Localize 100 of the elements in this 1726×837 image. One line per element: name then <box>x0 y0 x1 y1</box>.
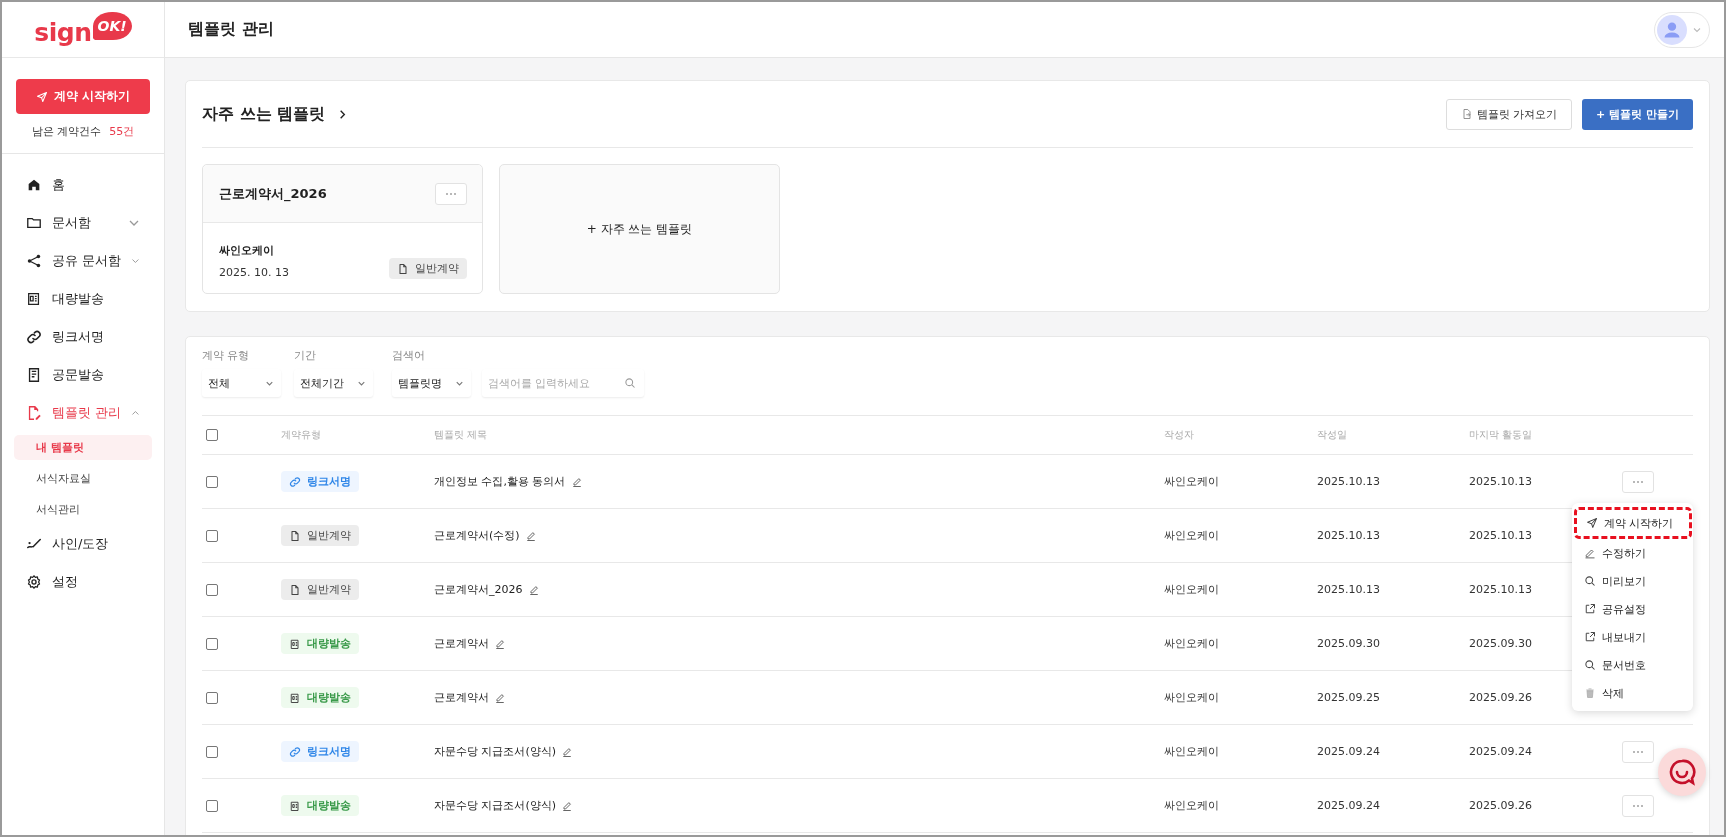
table-cell: 싸인오케이 <box>1164 474 1219 489</box>
column-header: 작성일 <box>1317 428 1348 442</box>
row-checkbox[interactable] <box>206 637 218 650</box>
nav-subitem[interactable]: 서식자료실 <box>14 466 152 491</box>
column-header: 템플릿 제목 <box>434 428 489 442</box>
more-icon <box>1631 749 1645 754</box>
pencil-icon[interactable] <box>570 475 583 488</box>
document-pen-icon <box>26 405 42 421</box>
table-cell: 2025.09.26 <box>1469 799 1532 812</box>
template-title[interactable]: 개인정보 수집,활용 동의서 <box>434 474 566 489</box>
search-icon <box>1584 659 1596 671</box>
import-file-icon <box>1460 108 1473 120</box>
menu-item[interactable]: 수정하기 <box>1572 539 1693 567</box>
menu-item[interactable]: 내보내기 <box>1572 623 1693 651</box>
template-title[interactable]: 근로계약서 <box>434 690 489 705</box>
pencil-icon[interactable] <box>527 583 540 596</box>
row-checkbox[interactable] <box>206 799 218 812</box>
table-cell: 2025.09.25 <box>1317 691 1380 704</box>
row-checkbox[interactable] <box>206 475 218 488</box>
row-checkbox[interactable] <box>206 691 218 704</box>
paper-plane-icon <box>1586 517 1598 529</box>
pencil-icon[interactable] <box>561 745 574 758</box>
table-cell: 싸인오케이 <box>1164 528 1219 543</box>
nav-item[interactable]: 링크서명 <box>14 318 152 356</box>
table-cell: 2025.10.13 <box>1317 529 1380 542</box>
clipboard-icon <box>26 367 42 383</box>
column-header: 마지막 활동일 <box>1469 428 1534 442</box>
nav-item[interactable]: 대량발송 <box>14 280 152 318</box>
nav-item[interactable]: 공유 문서함 <box>14 242 152 280</box>
document-icon <box>289 529 301 542</box>
nav-item[interactable]: 공문발송 <box>14 356 152 394</box>
table-cell: 싸인오케이 <box>1164 798 1219 813</box>
table-cell: 싸인오케이 <box>1164 690 1219 705</box>
table-cell: 싸인오케이 <box>1164 744 1219 759</box>
template-card[interactable]: 근로계약서_2026 싸인오케이 2025. 10. 13 일반계약 <box>202 164 483 294</box>
search-icon <box>1584 575 1596 587</box>
table-cell: 2025.09.24 <box>1317 745 1380 758</box>
menu-item[interactable]: 공유설정 <box>1572 595 1693 623</box>
pencil-icon[interactable] <box>494 637 506 650</box>
template-title[interactable]: 자문수당 지급조서(양식) <box>434 744 557 759</box>
pencil-icon[interactable] <box>494 691 506 704</box>
menu-item[interactable]: 미리보기 <box>1572 567 1693 595</box>
type-tag: 일반계약 <box>281 525 359 546</box>
row-checkbox[interactable] <box>206 745 218 758</box>
create-template-button[interactable]: + 템플릿 만들기 <box>1582 98 1693 130</box>
filter-dropdown[interactable]: 전체기간 <box>294 369 373 397</box>
search-icon[interactable] <box>624 377 636 389</box>
stacked-document-icon <box>289 637 301 650</box>
avatar-icon <box>1657 14 1687 45</box>
section-title[interactable]: 자주 쓰는 템플릿 <box>202 103 349 125</box>
chat-icon <box>1668 758 1696 786</box>
type-tag: 링크서명 <box>281 471 359 492</box>
table-cell: 2025.10.13 <box>1317 475 1380 488</box>
import-template-button[interactable]: 템플릿 가져오기 <box>1445 98 1573 130</box>
row-checkbox[interactable] <box>206 583 218 596</box>
menu-item[interactable]: 문서번호 <box>1572 651 1693 679</box>
nav-subitem[interactable]: 내 템플릿 <box>14 435 152 460</box>
logo[interactable]: sign OK! <box>34 9 132 50</box>
table-cell: 2025.09.30 <box>1317 637 1380 650</box>
nav-item[interactable]: 템플릿 관리 <box>14 394 152 432</box>
row-checkbox[interactable] <box>206 529 218 542</box>
start-contract-button[interactable]: 계약 시작하기 <box>16 79 150 114</box>
nav-item[interactable]: 설정 <box>14 563 152 601</box>
table-cell: 2025.10.13 <box>1469 583 1532 596</box>
add-favorite-button[interactable]: + 자주 쓰는 템플릿 <box>499 164 780 294</box>
stacked-document-icon <box>289 691 301 704</box>
nav-subitem[interactable]: 서식관리 <box>14 497 152 522</box>
select-all-checkbox[interactable] <box>206 429 218 441</box>
card-title: 근로계약서_2026 <box>219 184 327 203</box>
nav-item[interactable]: 사인/도장 <box>14 525 152 563</box>
external-link-icon <box>1584 603 1596 615</box>
card-author: 싸인오케이 <box>219 243 275 258</box>
table-cell: 2025.09.30 <box>1469 637 1532 650</box>
table-cell: 2025.10.13 <box>1469 475 1532 488</box>
column-header: 작성자 <box>1164 428 1195 442</box>
nav-item[interactable]: 문서함 <box>14 204 152 242</box>
page-title: 템플릿 관리 <box>188 19 274 40</box>
account-menu-button[interactable] <box>1654 11 1710 48</box>
remaining-label: 남은 계약건수 <box>31 124 102 139</box>
filter-dropdown[interactable]: 전체 <box>202 369 281 397</box>
table-cell: 2025.10.13 <box>1317 583 1380 596</box>
table-cell: 2025.09.24 <box>1469 745 1532 758</box>
pencil-icon[interactable] <box>524 529 537 542</box>
search-field[interactable]: 검색어를 입력하세요 <box>482 369 644 397</box>
menu-item[interactable]: 계약 시작하기 <box>1574 507 1692 539</box>
nav-item[interactable]: 홈 <box>14 166 152 204</box>
table-cell: 2025.09.26 <box>1469 691 1532 704</box>
template-title[interactable]: 근로계약서_2026 <box>434 582 523 597</box>
type-tag: 대량발송 <box>281 633 359 654</box>
home-icon <box>26 177 42 193</box>
folder-icon <box>26 215 42 231</box>
more-icon <box>444 191 458 196</box>
pencil-icon <box>1584 547 1596 559</box>
menu-item[interactable]: 삭제 <box>1572 679 1693 707</box>
template-title[interactable]: 근로계약서(수정) <box>434 528 520 543</box>
pencil-icon[interactable] <box>561 799 574 812</box>
template-title[interactable]: 근로계약서 <box>434 636 489 651</box>
template-title[interactable]: 자문수당 지급조서(양식) <box>434 798 557 813</box>
table-cell: 싸인오케이 <box>1164 636 1219 651</box>
filter-dropdown[interactable]: 템플릿명 <box>392 369 471 397</box>
